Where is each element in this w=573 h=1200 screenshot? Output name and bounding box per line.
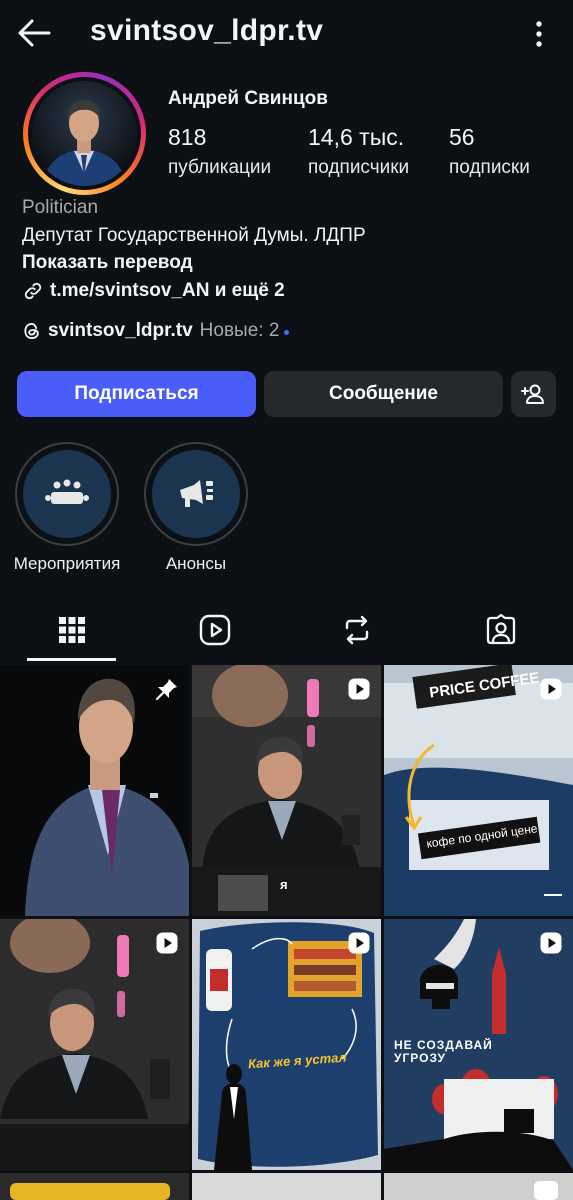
active-tab-indicator — [27, 658, 116, 661]
stat-label: подписки — [449, 157, 530, 178]
profile-tabs — [0, 600, 573, 662]
post-tile[interactable] — [384, 1173, 573, 1200]
threads-handle: svintsov_ldpr.tv — [48, 320, 193, 341]
story-ring[interactable] — [23, 72, 146, 195]
post-tile[interactable]: Как же я устал — [192, 919, 381, 1170]
more-vertical-icon[interactable] — [535, 20, 543, 48]
post-tile[interactable]: НЕ СОЗДАВАЙ УГРОЗУ — [384, 919, 573, 1170]
stat-label: публикации — [168, 157, 272, 178]
show-translation-link[interactable]: Показать перевод — [22, 252, 193, 274]
post-tile[interactable] — [0, 1173, 189, 1200]
post-tile[interactable]: PRICE COFFEE кофе по одной цене — [384, 665, 573, 916]
highlight-anonsy[interactable]: Анонсы — [126, 442, 266, 574]
profile-link-text: t.me/svintsov_AN и ещё 2 — [50, 280, 285, 301]
post-tile[interactable] — [0, 665, 189, 916]
reel-icon — [348, 932, 370, 954]
megaphone-icon — [180, 480, 213, 507]
post-caption: НЕ СОЗДАВАЙ УГРОЗУ — [394, 1038, 493, 1065]
link-icon — [24, 282, 42, 300]
profile-link[interactable]: t.me/svintsov_AN и ещё 2 — [22, 280, 285, 302]
message-button[interactable]: Сообщение — [264, 371, 503, 417]
threads-icon — [24, 322, 39, 340]
profile-full-name: Андрей Свинцов — [168, 88, 328, 109]
tagged-person-icon — [486, 614, 516, 645]
post-caption: я — [280, 877, 288, 892]
pin-icon — [155, 679, 177, 701]
reel-icon — [540, 932, 562, 954]
arrow-left-icon[interactable] — [16, 16, 52, 50]
tab-reels[interactable] — [170, 610, 260, 650]
stat-following[interactable]: 56 подписки — [449, 124, 530, 179]
tab-posts[interactable] — [27, 610, 117, 650]
highlight-label: Мероприятия — [13, 554, 121, 573]
post-tile[interactable]: я — [192, 665, 381, 916]
top-bar: svintsov_ldpr.tv — [0, 0, 573, 66]
stat-value: 818 — [168, 124, 207, 150]
tab-reposts[interactable] — [312, 610, 402, 650]
stat-followers[interactable]: 14,6 тыс. подписчики — [308, 124, 409, 179]
stat-value: 56 — [449, 124, 475, 150]
profile-bio: Депутат Государственной Думы. ЛДПР — [22, 225, 366, 246]
grid-icon — [59, 617, 85, 643]
follow-button[interactable]: Подписаться — [17, 371, 256, 417]
reel-icon — [156, 932, 178, 954]
meeting-table-icon — [45, 479, 89, 504]
stat-posts[interactable]: 818 публикации — [168, 124, 271, 179]
new-indicator-dot — [284, 329, 290, 335]
reels-icon — [199, 614, 231, 646]
repost-icon — [345, 615, 369, 645]
stat-value: 14,6 тыс. — [308, 124, 405, 150]
post-tile[interactable] — [192, 1173, 381, 1200]
highlight-meropriyatiya[interactable]: Мероприятия — [0, 442, 137, 574]
threads-new-count: Новые: 2 — [199, 320, 280, 341]
tab-tagged[interactable] — [456, 610, 546, 650]
threads-badge[interactable]: svintsov_ldpr.tv Новые: 2 — [22, 320, 290, 342]
profile-username: svintsov_ldpr.tv — [90, 14, 324, 47]
stat-label: подписчики — [308, 157, 410, 178]
suggested-users-button[interactable] — [511, 371, 556, 417]
reel-icon — [540, 678, 562, 700]
avatar — [32, 81, 137, 186]
reel-icon — [348, 678, 370, 700]
profile-category: Politician — [22, 197, 99, 218]
post-tile[interactable] — [0, 919, 189, 1170]
highlight-label: Анонсы — [165, 554, 227, 573]
add-person-icon — [520, 384, 544, 404]
